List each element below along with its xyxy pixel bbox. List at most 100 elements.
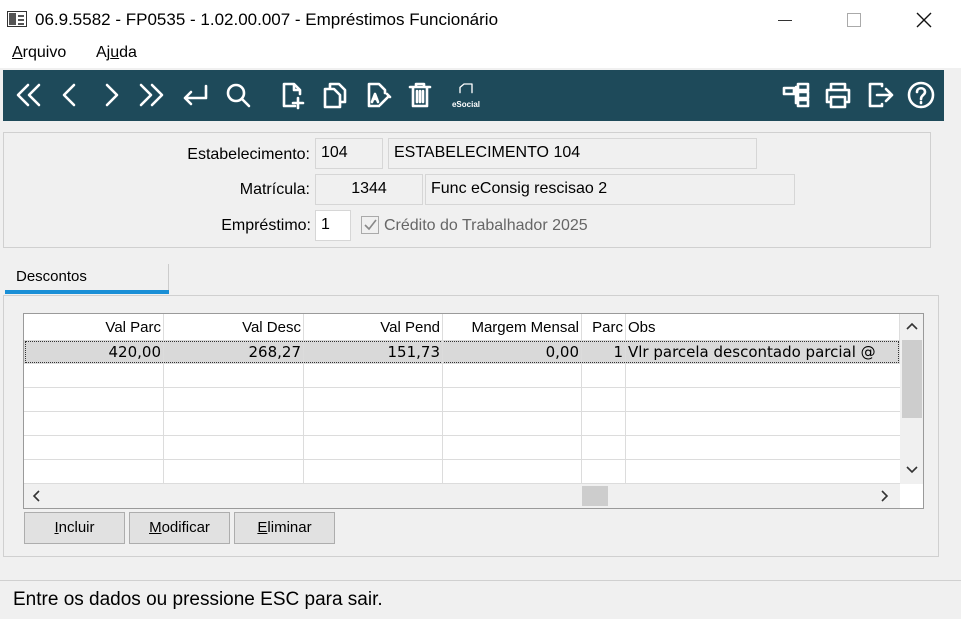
empty-cell bbox=[582, 364, 626, 388]
last-record-button[interactable] bbox=[135, 78, 169, 112]
previous-record-button[interactable] bbox=[53, 78, 87, 112]
empty-cell bbox=[443, 460, 582, 484]
printer-icon bbox=[825, 82, 851, 109]
empty-cell bbox=[164, 388, 304, 412]
incluir-button[interactable]: Incluir bbox=[24, 512, 125, 544]
horizontal-scroll-thumb[interactable] bbox=[582, 486, 608, 506]
table-row-empty[interactable] bbox=[24, 460, 900, 484]
col-margem-mensal[interactable]: Margem Mensal bbox=[443, 314, 582, 340]
menu-bar: Arquivo Ajuda bbox=[0, 40, 961, 68]
structure-button[interactable] bbox=[779, 78, 813, 112]
col-obs[interactable]: Obs bbox=[626, 314, 900, 340]
status-separator bbox=[0, 580, 961, 581]
empty-cell bbox=[24, 388, 164, 412]
emprestimo-label: Empréstimo: bbox=[221, 217, 311, 234]
exit-button[interactable] bbox=[863, 78, 897, 112]
empty-cell bbox=[582, 436, 626, 460]
grid-header: Val Parc Val Desc Val Pend Margem Mensal… bbox=[24, 314, 900, 340]
table-row-empty[interactable] bbox=[24, 412, 900, 436]
status-text: Entre os dados ou pressione ESC para sai… bbox=[13, 589, 383, 610]
table-row-empty[interactable] bbox=[24, 436, 900, 460]
tab-active-indicator bbox=[5, 290, 169, 294]
col-val-parc[interactable]: Val Parc bbox=[24, 314, 164, 340]
empty-cell bbox=[164, 436, 304, 460]
eliminar-button[interactable]: Eliminar bbox=[234, 512, 335, 544]
empty-cell bbox=[304, 388, 443, 412]
search-button[interactable] bbox=[221, 78, 255, 112]
col-parc[interactable]: Parc bbox=[582, 314, 626, 340]
col-val-pend[interactable]: Val Pend bbox=[304, 314, 443, 340]
matricula-label: Matrícula: bbox=[239, 181, 310, 198]
scroll-up-icon[interactable] bbox=[906, 322, 918, 330]
close-icon bbox=[916, 12, 932, 28]
empty-cell bbox=[164, 412, 304, 436]
first-record-button[interactable] bbox=[11, 78, 45, 112]
double-chevron-right-icon bbox=[139, 83, 164, 107]
empty-cell bbox=[443, 364, 582, 388]
estabelecimento-name-field: ESTABELECIMENTO 104 bbox=[388, 138, 757, 169]
credito-checkbox[interactable] bbox=[361, 216, 379, 234]
modificar-label: odificar bbox=[161, 519, 210, 536]
cell-obs: Vlr parcela descontado parcial @ bbox=[628, 343, 876, 361]
matricula-name-field: Func eConsig rescisao 2 bbox=[425, 174, 795, 205]
cell-margem: 0,00 bbox=[443, 340, 582, 364]
emprestimo-field[interactable]: 1 bbox=[315, 210, 351, 241]
scroll-down-icon[interactable] bbox=[906, 466, 918, 474]
tab-separator bbox=[168, 264, 169, 290]
estabelecimento-code-field[interactable]: 104 bbox=[315, 138, 383, 169]
search-icon bbox=[226, 83, 251, 108]
table-row-empty[interactable] bbox=[24, 388, 900, 412]
help-button[interactable] bbox=[904, 78, 938, 112]
cell-parc: 1 bbox=[582, 340, 626, 364]
chevron-left-icon bbox=[62, 83, 76, 107]
empty-cell bbox=[304, 364, 443, 388]
empty-cell bbox=[582, 388, 626, 412]
hierarchy-icon bbox=[782, 82, 810, 108]
maximize-button[interactable] bbox=[831, 0, 877, 40]
table-row-empty[interactable] bbox=[24, 364, 900, 388]
menu-ajuda[interactable]: Ajuda bbox=[96, 44, 137, 62]
menu-ajuda-prefix: Aj bbox=[96, 44, 111, 61]
horizontal-scrollbar[interactable] bbox=[24, 484, 900, 508]
cell-val-parc: 420,00 bbox=[24, 340, 164, 364]
trash-icon bbox=[408, 82, 432, 108]
close-button[interactable] bbox=[901, 0, 947, 40]
vertical-scrollbar[interactable] bbox=[900, 314, 923, 484]
scroll-right-icon[interactable] bbox=[881, 490, 889, 502]
tab-descontos[interactable]: Descontos bbox=[16, 268, 87, 285]
copy-button[interactable] bbox=[318, 78, 352, 112]
table-row[interactable]: 420,00 268,27 151,73 0,00 1 Vlr parcela … bbox=[24, 340, 900, 364]
esocial-label: eSocial bbox=[451, 99, 480, 109]
scroll-left-icon[interactable] bbox=[32, 490, 40, 502]
empty-cell bbox=[164, 460, 304, 484]
esocial-button[interactable]: eSocial bbox=[449, 78, 483, 112]
cell-val-pend: 151,73 bbox=[304, 340, 443, 364]
edit-button[interactable] bbox=[361, 78, 395, 112]
goto-button[interactable] bbox=[178, 78, 212, 112]
empty-cell bbox=[443, 412, 582, 436]
empty-cell bbox=[164, 364, 304, 388]
col-val-desc[interactable]: Val Desc bbox=[164, 314, 304, 340]
window-title: 06.9.5582 - FP0535 - 1.02.00.007 - Empré… bbox=[35, 10, 499, 29]
minimize-button[interactable] bbox=[762, 0, 808, 40]
modificar-button[interactable]: Modificar bbox=[129, 512, 230, 544]
menu-arquivo[interactable]: Arquivo bbox=[12, 44, 66, 62]
estabelecimento-label: Estabelecimento: bbox=[187, 146, 310, 163]
matricula-code-field[interactable]: 1344 bbox=[315, 174, 423, 205]
descontos-grid[interactable]: Val Parc Val Desc Val Pend Margem Mensal… bbox=[23, 313, 924, 509]
menu-arquivo-label: rquivo bbox=[22, 44, 67, 61]
credito-label: Crédito do Trabalhador 2025 bbox=[384, 217, 588, 234]
vertical-scroll-thumb[interactable] bbox=[902, 340, 922, 418]
empty-cell bbox=[24, 364, 164, 388]
modificar-hotkey: M bbox=[149, 519, 162, 536]
empty-cell bbox=[582, 460, 626, 484]
print-button[interactable] bbox=[821, 78, 855, 112]
title-bar: 06.9.5582 - FP0535 - 1.02.00.007 - Empré… bbox=[0, 0, 961, 40]
delete-button[interactable] bbox=[403, 78, 437, 112]
maximize-icon bbox=[847, 13, 861, 27]
app-icon bbox=[7, 11, 27, 27]
new-document-button[interactable] bbox=[275, 78, 309, 112]
empty-cell bbox=[443, 388, 582, 412]
menu-ajuda-hotkey: u bbox=[110, 44, 120, 61]
next-record-button[interactable] bbox=[94, 78, 128, 112]
